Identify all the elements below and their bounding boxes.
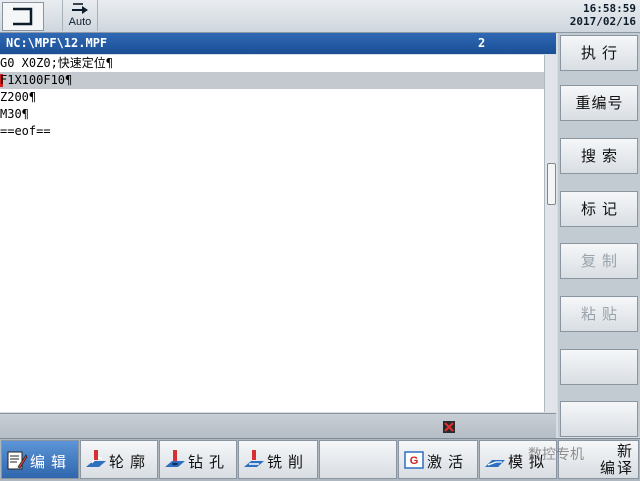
- auto-mode-indicator: Auto: [62, 0, 98, 31]
- svg-text:G: G: [410, 455, 419, 467]
- softkey-edit-label: 编辑: [30, 453, 73, 471]
- g-code-icon: G: [404, 451, 424, 469]
- softkey-drill[interactable]: 钻孔: [159, 440, 237, 479]
- clock-time: 16:58:59: [583, 2, 636, 15]
- softkey-contour[interactable]: 轮廓: [80, 440, 158, 479]
- code-line-text: ==eof==: [0, 124, 51, 138]
- program-title-bar: NC:\MPF\12.MPF 2: [0, 33, 556, 54]
- code-line-current[interactable]: F1X100F10¶: [0, 72, 544, 89]
- softkey-recompile-line2: 编译: [599, 459, 634, 477]
- code-line-text: Z200¶: [0, 90, 37, 104]
- softkey-copy[interactable]: 复制: [560, 243, 638, 279]
- code-line-text: G0 X0Z0;快速定位¶: [0, 56, 114, 70]
- watermark: 数控专机: [528, 447, 584, 463]
- vertical-scrollbar[interactable]: [544, 55, 557, 412]
- status-bar: [0, 413, 556, 439]
- header-bar: Auto 16:58:59 2017/02/16: [0, 0, 640, 33]
- softkey-edit[interactable]: 编辑: [1, 440, 79, 479]
- mode-button[interactable]: [2, 2, 44, 31]
- contour-tool-icon: [86, 450, 106, 467]
- softkey-drill-label: 钻孔: [188, 453, 231, 471]
- simulation-icon: [485, 460, 505, 467]
- mill-tool-icon: [244, 450, 264, 467]
- channel-status-icon: [443, 421, 455, 433]
- softkey-activate-label: 激活: [427, 453, 470, 471]
- softkey-empty-7[interactable]: [560, 349, 638, 385]
- arrow-right-bar-icon: [72, 3, 88, 14]
- code-line[interactable]: G0 X0Z0;快速定位¶: [0, 55, 544, 72]
- code-editor[interactable]: G0 X0Z0;快速定位¶ F1X100F10¶ Z200¶ M30¶ ==eo…: [0, 55, 544, 412]
- softkey-renumber[interactable]: 重编号: [560, 85, 638, 121]
- auto-label: Auto: [68, 16, 92, 28]
- program-path: NC:\MPF\12.MPF: [6, 36, 108, 50]
- scrollbar-thumb[interactable]: [547, 163, 556, 205]
- edit-sheet-icon: [7, 451, 28, 470]
- drill-tool-icon: [165, 450, 185, 467]
- softkey-recompile-line1: 新: [616, 442, 634, 460]
- softkey-paste[interactable]: 粘贴: [560, 296, 638, 332]
- softkey-contour-label: 轮廓: [109, 453, 152, 471]
- softkey-activate[interactable]: G 激活: [398, 440, 478, 479]
- program-number: 2: [478, 36, 486, 50]
- code-line-text: F1X100F10¶: [0, 73, 73, 87]
- vertical-softkey-bar: 执行 重编号 搜索 标记 复制 粘贴: [558, 33, 640, 437]
- clock: 16:58:59 2017/02/16: [570, 2, 636, 28]
- softkey-search[interactable]: 搜索: [560, 138, 638, 174]
- code-line[interactable]: Z200¶: [0, 89, 544, 106]
- clock-date: 2017/02/16: [569, 15, 636, 28]
- mode-bracket-icon: [13, 7, 33, 26]
- code-line[interactable]: M30¶: [0, 106, 544, 123]
- softkey-empty-8[interactable]: [560, 401, 638, 437]
- code-line[interactable]: ==eof==: [0, 123, 544, 140]
- softkey-recompile-label: 新 编译: [600, 443, 634, 477]
- softkey-mill[interactable]: 铣削: [238, 440, 318, 479]
- softkey-mill-label: 铣削: [267, 453, 310, 471]
- softkey-mark[interactable]: 标记: [560, 191, 638, 227]
- softkey-execute[interactable]: 执行: [560, 35, 638, 71]
- softkey-empty-5[interactable]: [319, 440, 397, 479]
- code-line-text: M30¶: [0, 107, 29, 121]
